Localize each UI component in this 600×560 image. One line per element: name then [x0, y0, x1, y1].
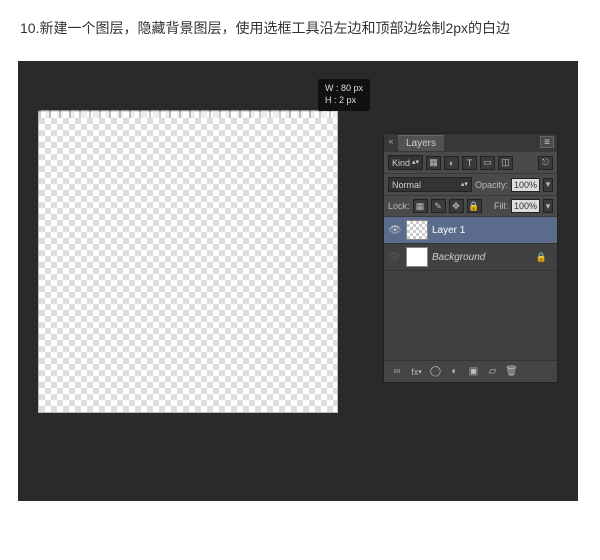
fill-value[interactable]: 100% — [511, 199, 540, 213]
layers-panel: « Layers ≡ Kind ▴▾ ▦ ◐ T ▭ ◫ ⎋ Normal ▴ — [383, 133, 558, 383]
trash-icon[interactable]: 🗑 — [504, 365, 519, 378]
adjustment-icon[interactable]: ◐ — [447, 365, 462, 378]
canvas[interactable] — [38, 111, 338, 413]
layer-list-empty — [384, 271, 557, 361]
lock-label: Lock: — [388, 201, 410, 211]
layer-thumbnail[interactable] — [406, 220, 428, 240]
layer-list: 👁 Layer 1 👁 Background 🔒 — [384, 217, 557, 361]
filter-pixel-icon[interactable]: ▦ — [426, 156, 441, 170]
tooltip-width: W : 80 px — [325, 83, 363, 95]
lock-position-icon[interactable]: ✥ — [449, 199, 464, 213]
lock-row: Lock: ▦ ✎ ✥ 🔒 Fill: 100% ▾ — [384, 196, 557, 217]
collapse-icon[interactable]: « — [387, 137, 395, 145]
filter-row: Kind ▴▾ ▦ ◐ T ▭ ◫ ⎋ — [384, 152, 557, 174]
layer-row-layer1[interactable]: 👁 Layer 1 — [384, 217, 557, 244]
lock-icon: 🔒 — [536, 252, 553, 263]
panel-header: « Layers ≡ — [384, 134, 557, 152]
panel-menu-icon[interactable]: ≡ — [540, 136, 554, 148]
filter-smart-icon[interactable]: ◫ — [498, 156, 513, 170]
group-icon[interactable]: ▣ — [466, 365, 481, 378]
fill-dropdown-icon[interactable]: ▾ — [543, 199, 553, 213]
link-layers-icon[interactable]: ∞ — [389, 365, 405, 378]
filter-shape-icon[interactable]: ▭ — [480, 156, 495, 170]
layer-name[interactable]: Layer 1 — [432, 225, 465, 236]
instruction-text: 10.新建一个图层，隐藏背景图层，使用选框工具沿左边和顶部边绘制2px的白边 — [0, 0, 600, 51]
blend-mode-select[interactable]: Normal ▴▾ — [388, 177, 472, 192]
panel-footer: ∞ fx▾ ◯ ◐ ▣ ▱ 🗑 — [384, 361, 557, 382]
filter-toggle[interactable]: ⎋ — [538, 156, 553, 170]
fx-icon[interactable]: fx▾ — [409, 365, 424, 378]
opacity-label: Opacity: — [475, 180, 508, 190]
opacity-dropdown-icon[interactable]: ▾ — [543, 178, 553, 192]
lock-transparent-icon[interactable]: ▦ — [413, 199, 428, 213]
opacity-value[interactable]: 100% — [511, 178, 540, 192]
selection-size-tooltip: W : 80 px H : 2 px — [318, 79, 370, 110]
visibility-icon[interactable]: 👁 — [388, 225, 402, 236]
lock-pixels-icon[interactable]: ✎ — [431, 199, 446, 213]
mask-icon[interactable]: ◯ — [428, 365, 443, 378]
layer-name[interactable]: Background — [432, 252, 485, 263]
new-layer-icon[interactable]: ▱ — [485, 365, 500, 378]
blend-row: Normal ▴▾ Opacity: 100% ▾ — [384, 174, 557, 196]
visibility-icon[interactable]: 👁 — [388, 252, 402, 263]
filter-type-icon[interactable]: T — [462, 156, 477, 170]
filter-kind-select[interactable]: Kind ▴▾ — [388, 155, 423, 170]
tooltip-height: H : 2 px — [325, 95, 363, 107]
layer-row-background[interactable]: 👁 Background 🔒 — [384, 244, 557, 271]
panel-title[interactable]: Layers — [398, 135, 444, 151]
filter-adjust-icon[interactable]: ◐ — [444, 156, 459, 170]
fill-label: Fill: — [494, 201, 508, 211]
workspace: W : 80 px H : 2 px « Layers ≡ Kind ▴▾ ▦ … — [18, 61, 578, 501]
layer-thumbnail[interactable] — [406, 247, 428, 267]
lock-all-icon[interactable]: 🔒 — [467, 199, 482, 213]
